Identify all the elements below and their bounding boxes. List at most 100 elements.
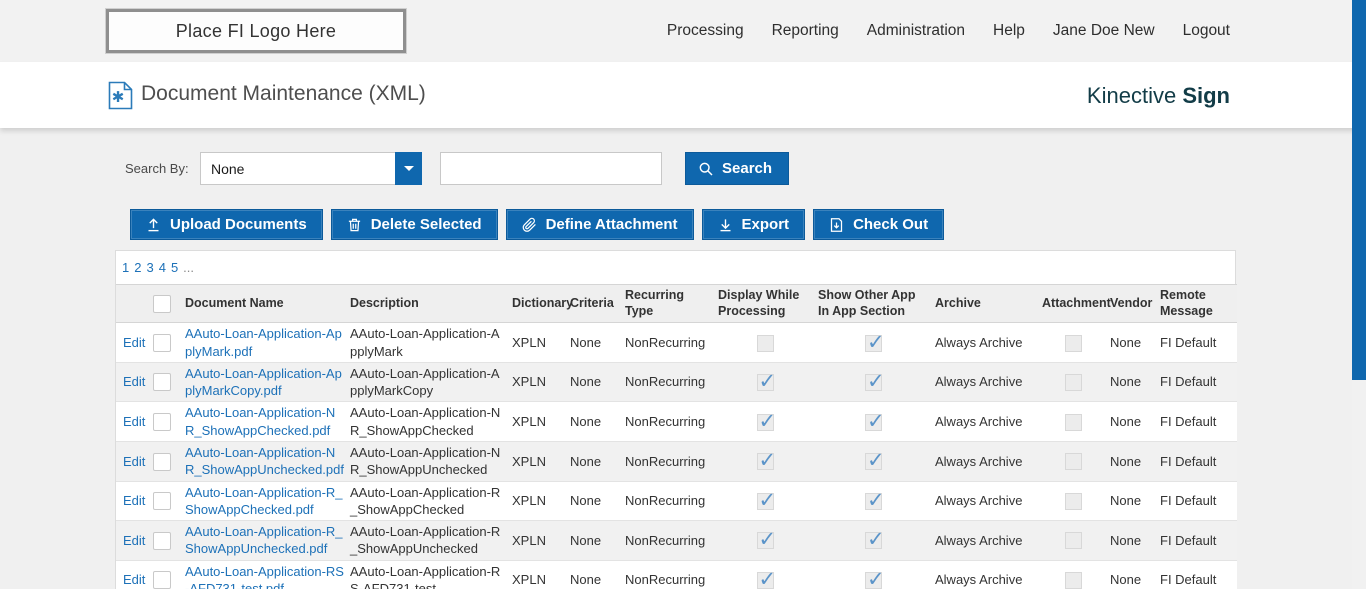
dictionary-cell: XPLN [508, 559, 566, 589]
recurring-type-cell: NonRecurring [621, 480, 714, 521]
archive-cell: Always Archive [935, 334, 1023, 350]
edit-link[interactable]: Edit [123, 572, 145, 587]
row-checkbox[interactable] [153, 452, 171, 471]
table-row: Edit AAuto-Loan-Application-NR_ShowAppCh… [116, 401, 1237, 442]
pagination: 1 2 3 4 5... [116, 251, 1235, 284]
description-cell: AAuto-Loan-Application-R_ShowAppUnchecke… [346, 520, 508, 561]
document-name-link[interactable]: AAuto-Loan-Application-ApplyMarkCopy.pdf [185, 366, 342, 398]
description-cell: AAuto-Loan-Application-RS-AFD731-test [346, 559, 508, 589]
search-button[interactable]: Search [685, 152, 790, 185]
paperclip-icon [522, 217, 537, 233]
page-link-4[interactable]: 4 [159, 260, 166, 275]
archive-cell: Always Archive [931, 480, 1038, 521]
row-checkbox[interactable] [153, 571, 171, 589]
select-all-checkbox[interactable] [153, 294, 171, 313]
criteria-cell: None [566, 440, 621, 481]
col-recurring-type: Recurring Type [621, 283, 714, 324]
search-input[interactable] [440, 152, 662, 185]
remote-message-cell: FI Default [1156, 361, 1237, 402]
xml-document-icon: ✱ [108, 81, 133, 110]
page-link-3[interactable]: 3 [146, 260, 153, 275]
attachment-checkbox [1064, 413, 1082, 431]
row-checkbox[interactable] [153, 492, 171, 511]
show-other-app-checkbox [865, 332, 885, 353]
vendor-cell: None [1106, 480, 1156, 521]
nav-item-user[interactable]: Jane Doe New [1053, 22, 1155, 40]
table-header-row: Document Name Description Dictionary Cri… [116, 283, 1237, 324]
page-title: Document Maintenance (XML) [141, 82, 426, 105]
export-button[interactable]: Export [701, 209, 806, 240]
col-archive: Archive [931, 283, 1038, 324]
attachment-checkbox [1064, 334, 1082, 352]
check-out-button[interactable]: Check Out [813, 209, 945, 240]
nav-item-reporting[interactable]: Reporting [772, 22, 839, 40]
page-link-1[interactable]: 1 [122, 260, 129, 275]
edit-link[interactable]: Edit [123, 493, 145, 508]
chevron-down-icon[interactable] [395, 152, 422, 185]
scrollbar-thumb[interactable] [1352, 0, 1366, 380]
remote-message-cell: FI Default [1156, 559, 1237, 589]
nav-item-logout[interactable]: Logout [1183, 22, 1230, 40]
document-name-link[interactable]: AAuto-Loan-Application-RS-AFD731-test.pd… [185, 564, 344, 589]
archive-cell: Always Archive [931, 401, 1038, 442]
edit-link[interactable]: Edit [123, 335, 145, 350]
export-label: Export [741, 216, 790, 233]
search-button-label: Search [722, 160, 773, 177]
row-checkbox[interactable] [153, 531, 171, 550]
document-name-link[interactable]: AAuto-Loan-Application-ApplyMark.pdf [185, 326, 342, 358]
col-display-while-processing: Display While Processing [714, 283, 814, 324]
col-remote-message: Remote Message [1156, 283, 1237, 324]
upload-documents-button[interactable]: Upload Documents [130, 209, 323, 240]
page-scrollbar [1352, 0, 1366, 589]
document-name-link[interactable]: AAuto-Loan-Application-R_ShowAppUnchecke… [185, 524, 343, 556]
archive-cell: Always Archive [931, 361, 1038, 402]
remote-message-cell: FI Default [1156, 401, 1237, 442]
top-bar: Place FI Logo Here Processing Reporting … [0, 0, 1366, 62]
display-while-processing-checkbox [756, 450, 776, 471]
recurring-type-cell: NonRecurring [621, 401, 714, 442]
nav-item-administration[interactable]: Administration [867, 22, 965, 40]
description-cell: AAuto-Loan-Application-NR_ShowAppUncheck… [346, 440, 508, 481]
delete-selected-button[interactable]: Delete Selected [330, 209, 498, 240]
edit-link[interactable]: Edit [123, 414, 145, 429]
nav-item-help[interactable]: Help [993, 22, 1025, 40]
fi-logo-text: Place FI Logo Here [175, 20, 337, 41]
row-checkbox[interactable] [153, 412, 171, 431]
remote-message-cell: FI Default [1156, 520, 1237, 561]
description-cell: AAuto-Loan-Application-ApplyMarkCopy [346, 361, 508, 402]
attachment-checkbox [1064, 532, 1082, 550]
table-row: Edit AAuto-Loan-Application-ApplyMarkCop… [116, 361, 1237, 402]
recurring-type-cell: NonRecurring [625, 334, 706, 350]
brand-product: Sign [1182, 83, 1230, 108]
edit-link[interactable]: Edit [123, 454, 145, 469]
document-name-link[interactable]: AAuto-Loan-Application-NR_ShowAppChecked… [185, 405, 335, 437]
col-show-other-app: Show Other App In App Section [814, 283, 931, 324]
row-checkbox[interactable] [153, 333, 171, 352]
document-name-link[interactable]: AAuto-Loan-Application-R_ShowAppChecked.… [185, 485, 343, 517]
vendor-cell: None [1110, 334, 1142, 350]
description-cell: AAuto-Loan-Application-NR_ShowAppChecked [346, 401, 508, 442]
documents-table-card: 1 2 3 4 5... Document Name Description Dicti… [115, 250, 1237, 589]
display-while-processing-checkbox [756, 529, 776, 550]
trash-icon [347, 217, 362, 233]
show-other-app-checkbox [865, 490, 885, 511]
display-while-processing-checkbox [756, 334, 774, 352]
row-checkbox[interactable] [153, 373, 171, 392]
page-link-2[interactable]: 2 [134, 260, 141, 275]
display-while-processing-checkbox [756, 569, 776, 589]
page-link-5[interactable]: 5 [171, 260, 178, 275]
table-body: Edit AAuto-Loan-Application-ApplyMark.pd… [116, 322, 1237, 589]
nav-item-processing[interactable]: Processing [667, 22, 744, 40]
document-name-link[interactable]: AAuto-Loan-Application-NR_ShowAppUncheck… [185, 445, 344, 477]
col-attachment: Attachment [1038, 283, 1111, 324]
table-row: Edit AAuto-Loan-Application-ApplyMark.pd… [116, 322, 1237, 363]
recurring-type-cell: NonRecurring [621, 520, 714, 561]
pagination-ellipsis: ... [183, 260, 195, 275]
search-by-dropdown[interactable]: None [200, 152, 422, 185]
dictionary-cell: XPLN [508, 361, 566, 402]
remote-message-cell: FI Default [1160, 334, 1217, 350]
edit-link[interactable]: Edit [123, 533, 145, 548]
edit-link[interactable]: Edit [123, 374, 145, 389]
attachment-checkbox [1064, 492, 1082, 510]
define-attachment-button[interactable]: Define Attachment [505, 209, 694, 240]
